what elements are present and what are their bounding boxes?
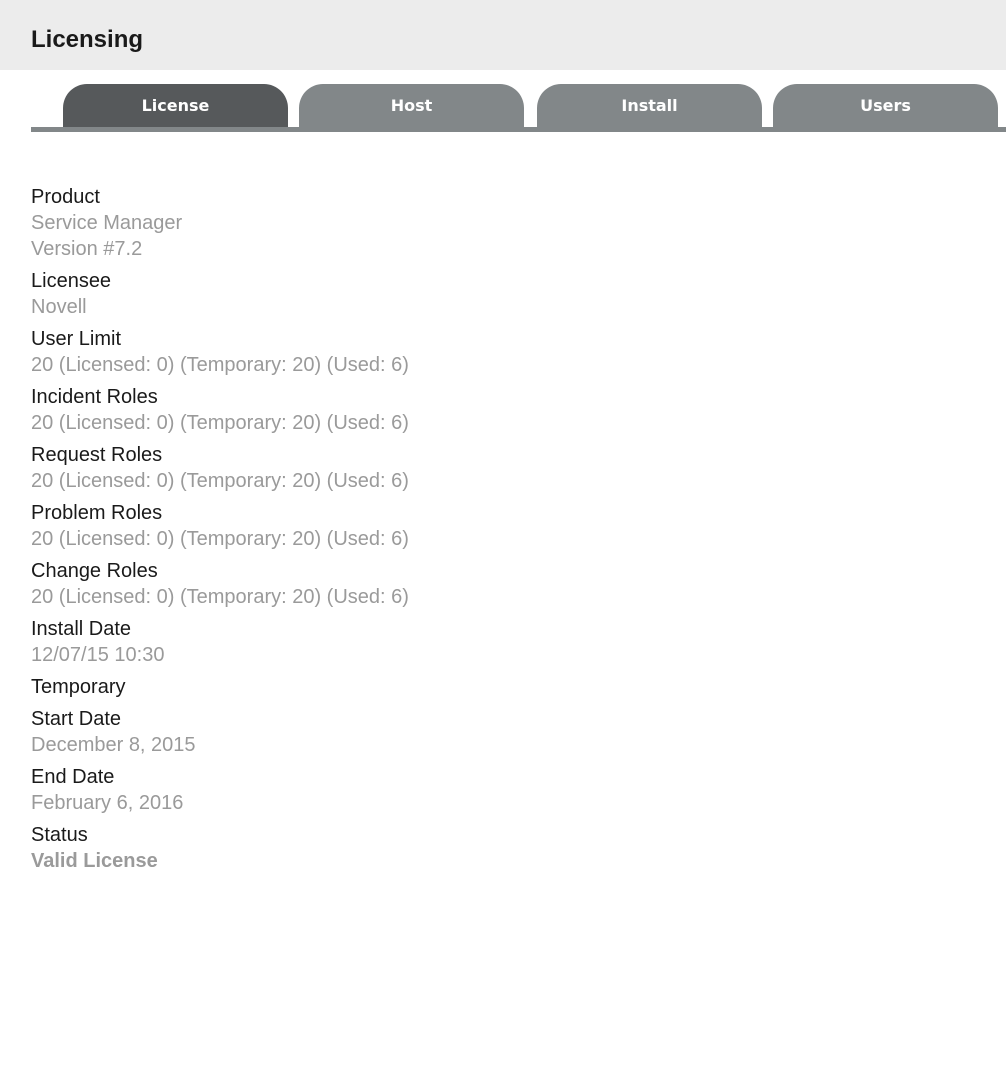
start-date-value: December 8, 2015 xyxy=(31,734,196,756)
problem-roles-value: 20 (Licensed: 0) (Temporary: 20) (Used: … xyxy=(31,528,409,550)
request-roles-label: Request Roles xyxy=(31,444,163,466)
tab-users[interactable]: Users xyxy=(773,84,998,127)
incident-roles-label: Incident Roles xyxy=(31,386,158,408)
install-date-value: 12/07/15 10:30 xyxy=(31,644,165,666)
product-label: Product xyxy=(31,186,100,208)
product-value: Service Manager xyxy=(31,212,183,234)
request-roles-value: 20 (Licensed: 0) (Temporary: 20) (Used: … xyxy=(31,470,409,492)
field-start-date: Start Date December 8, 2015 xyxy=(31,706,991,758)
problem-roles-label: Problem Roles xyxy=(31,502,163,524)
field-product: Product Service Manager Version #7.2 xyxy=(31,184,991,262)
user-limit-value: 20 (Licensed: 0) (Temporary: 20) (Used: … xyxy=(31,354,409,376)
field-install-date: Install Date 12/07/15 10:30 xyxy=(31,616,991,668)
field-user-limit: User Limit 20 (Licensed: 0) (Temporary: … xyxy=(31,326,991,378)
tab-license[interactable]: License xyxy=(63,84,288,127)
end-date-label: End Date xyxy=(31,766,115,788)
product-version: Version #7.2 xyxy=(31,238,143,260)
page-title: Licensing xyxy=(31,26,144,53)
field-temporary: Temporary xyxy=(31,674,991,700)
licensee-value: Novell xyxy=(31,296,87,318)
license-details: Product Service Manager Version #7.2 Lic… xyxy=(31,184,991,880)
change-roles-value: 20 (Licensed: 0) (Temporary: 20) (Used: … xyxy=(31,586,409,608)
field-status: Status Valid License xyxy=(31,822,991,874)
page-header: Licensing xyxy=(0,0,1006,70)
user-limit-label: User Limit xyxy=(31,328,122,350)
field-change-roles: Change Roles 20 (Licensed: 0) (Temporary… xyxy=(31,558,991,610)
field-problem-roles: Problem Roles 20 (Licensed: 0) (Temporar… xyxy=(31,500,991,552)
licensee-label: Licensee xyxy=(31,270,112,292)
change-roles-label: Change Roles xyxy=(31,560,158,582)
end-date-value: February 6, 2016 xyxy=(31,792,184,814)
field-licensee: Licensee Novell xyxy=(31,268,991,320)
field-end-date: End Date February 6, 2016 xyxy=(31,764,991,816)
tab-host[interactable]: Host xyxy=(299,84,524,127)
start-date-label: Start Date xyxy=(31,708,122,730)
tab-underline xyxy=(31,127,1006,132)
install-date-label: Install Date xyxy=(31,618,132,640)
status-label: Status xyxy=(31,824,88,846)
field-incident-roles: Incident Roles 20 (Licensed: 0) (Tempora… xyxy=(31,384,991,436)
field-request-roles: Request Roles 20 (Licensed: 0) (Temporar… xyxy=(31,442,991,494)
incident-roles-value: 20 (Licensed: 0) (Temporary: 20) (Used: … xyxy=(31,412,409,434)
temporary-label: Temporary xyxy=(31,676,126,698)
tab-install[interactable]: Install xyxy=(537,84,762,127)
status-value: Valid License xyxy=(31,850,158,872)
